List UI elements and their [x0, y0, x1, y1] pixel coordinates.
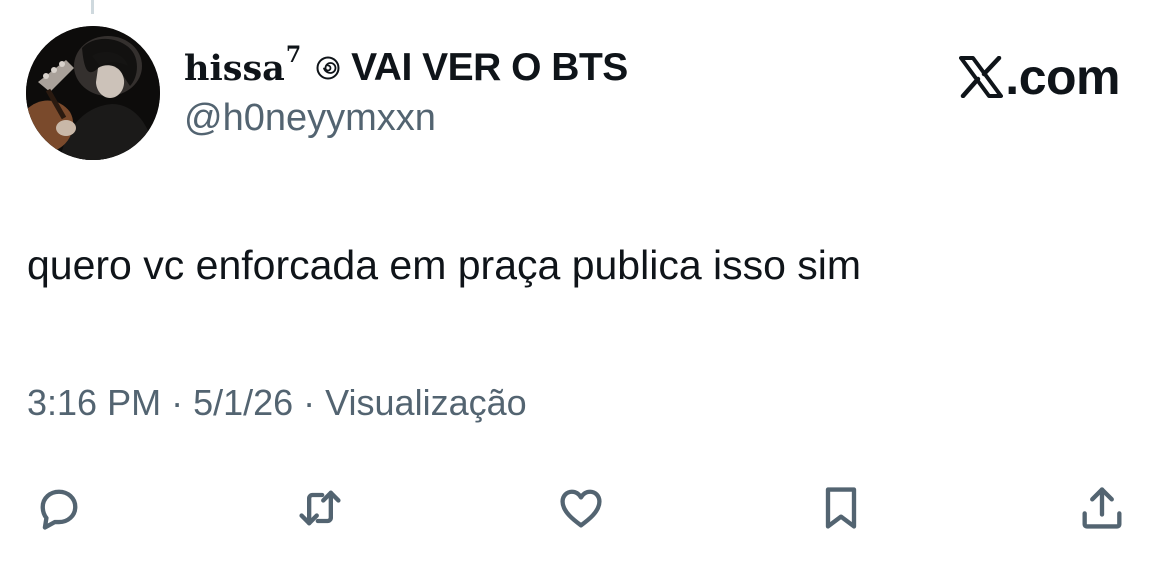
display-name-text: VAI VER O BTS — [351, 46, 628, 89]
author-block[interactable]: hissa 7 VAI VER O BTS @h0neyymxxn — [184, 40, 628, 140]
thread-connector-line — [91, 0, 94, 14]
display-name[interactable]: hissa 7 VAI VER O BTS — [184, 40, 628, 96]
watermark-text: .com — [1005, 49, 1120, 105]
user-handle[interactable]: @h0neyymxxn — [184, 97, 628, 140]
x-logo-icon — [959, 56, 1004, 98]
display-name-stylized: hissa — [184, 47, 285, 89]
heart-icon — [560, 489, 602, 528]
spiral-icon — [316, 56, 340, 80]
reply-icon — [40, 489, 78, 530]
bookmark-icon — [825, 487, 857, 529]
share-icon — [1082, 487, 1122, 529]
bookmark-button[interactable] — [813, 480, 869, 536]
retweet-button[interactable] — [292, 480, 348, 536]
like-button[interactable] — [553, 480, 609, 536]
retweet-icon — [299, 490, 341, 526]
meta-separator: · — [161, 382, 194, 423]
share-button[interactable] — [1074, 480, 1130, 536]
meta-separator: · — [293, 382, 326, 423]
x-watermark: .com — [959, 48, 1120, 106]
avatar[interactable] — [26, 26, 160, 160]
tweet-time[interactable]: 3:16 PM — [27, 382, 161, 423]
views-label[interactable]: Visualização — [325, 382, 526, 423]
reply-button[interactable] — [31, 480, 87, 536]
tweet-text: quero vc enforcada em praça publica isso… — [27, 242, 862, 288]
avatar-photo — [26, 26, 160, 160]
tweet-date[interactable]: 5/1/26 — [193, 382, 293, 423]
tweet-meta: 3:16 PM · 5/1/26 · Visualização — [27, 382, 527, 424]
display-name-superscript: 7 — [285, 42, 302, 68]
